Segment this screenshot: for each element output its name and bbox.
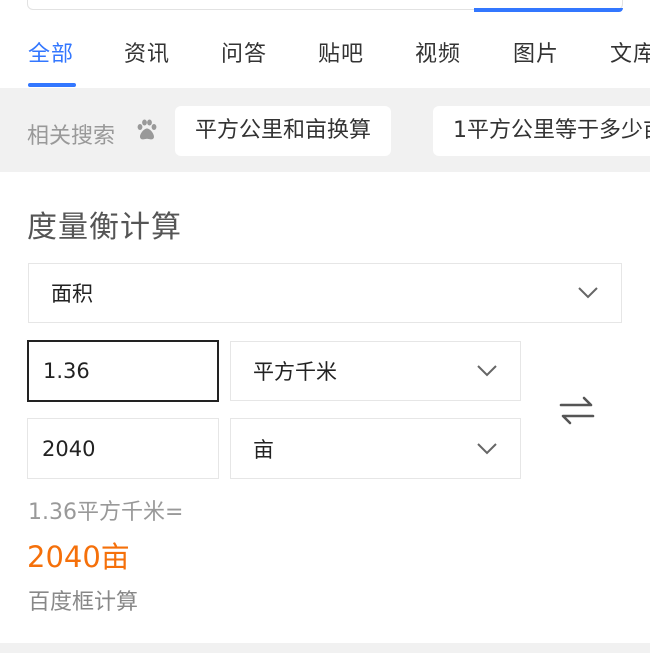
chevron-down-icon <box>477 365 497 377</box>
active-tab-indicator <box>28 83 76 87</box>
tab-all[interactable]: 全部 <box>28 36 74 68</box>
swap-arrows-icon[interactable] <box>557 390 597 430</box>
source-label[interactable]: 百度框计算 <box>28 584 138 616</box>
from-value-input[interactable] <box>27 340 219 402</box>
baidu-paw-icon <box>137 119 157 140</box>
category-select[interactable]: 面积 <box>28 263 622 323</box>
tab-tieba[interactable]: 贴吧 <box>318 36 364 68</box>
search-tabs: 全部 资讯 问答 贴吧 视频 图片 文库 <box>0 12 650 88</box>
chevron-down-icon <box>578 287 598 299</box>
tab-video[interactable]: 视频 <box>415 36 461 68</box>
to-value-input[interactable] <box>27 418 219 479</box>
category-select-value: 面积 <box>51 282 93 306</box>
chevron-down-icon <box>477 442 497 454</box>
from-unit-select[interactable]: 平方千米 <box>230 341 521 401</box>
tab-qa[interactable]: 问答 <box>221 36 267 68</box>
calculator-title: 度量衡计算 <box>27 210 182 245</box>
result-formula: 1.36平方千米= <box>28 500 184 525</box>
related-chip-2[interactable]: 1平方公里等于多少亩 <box>433 106 650 156</box>
result-value: 2040亩 <box>27 540 130 574</box>
from-value-field[interactable] <box>43 342 211 400</box>
unit-calculator-card: 度量衡计算 面积 平方千米 亩 1.36平方千米= 2040亩 百度框计算 <box>0 172 650 643</box>
card-separator <box>0 643 650 653</box>
from-unit-value: 平方千米 <box>253 360 337 384</box>
related-chip-1[interactable]: 平方公里和亩换算 <box>175 106 392 156</box>
to-unit-value: 亩 <box>253 437 274 462</box>
tab-news[interactable]: 资讯 <box>124 36 170 68</box>
search-bar-remnant <box>0 0 650 12</box>
to-value-field[interactable] <box>42 419 212 478</box>
tab-wenku[interactable]: 文库 <box>610 36 650 68</box>
tab-images[interactable]: 图片 <box>513 36 559 68</box>
related-searches-label: 相关搜索 <box>27 124 116 149</box>
to-unit-select[interactable]: 亩 <box>230 418 521 479</box>
related-searches: 相关搜索 平方公里和亩换算 1平方公里等于多少亩 <box>0 88 650 172</box>
